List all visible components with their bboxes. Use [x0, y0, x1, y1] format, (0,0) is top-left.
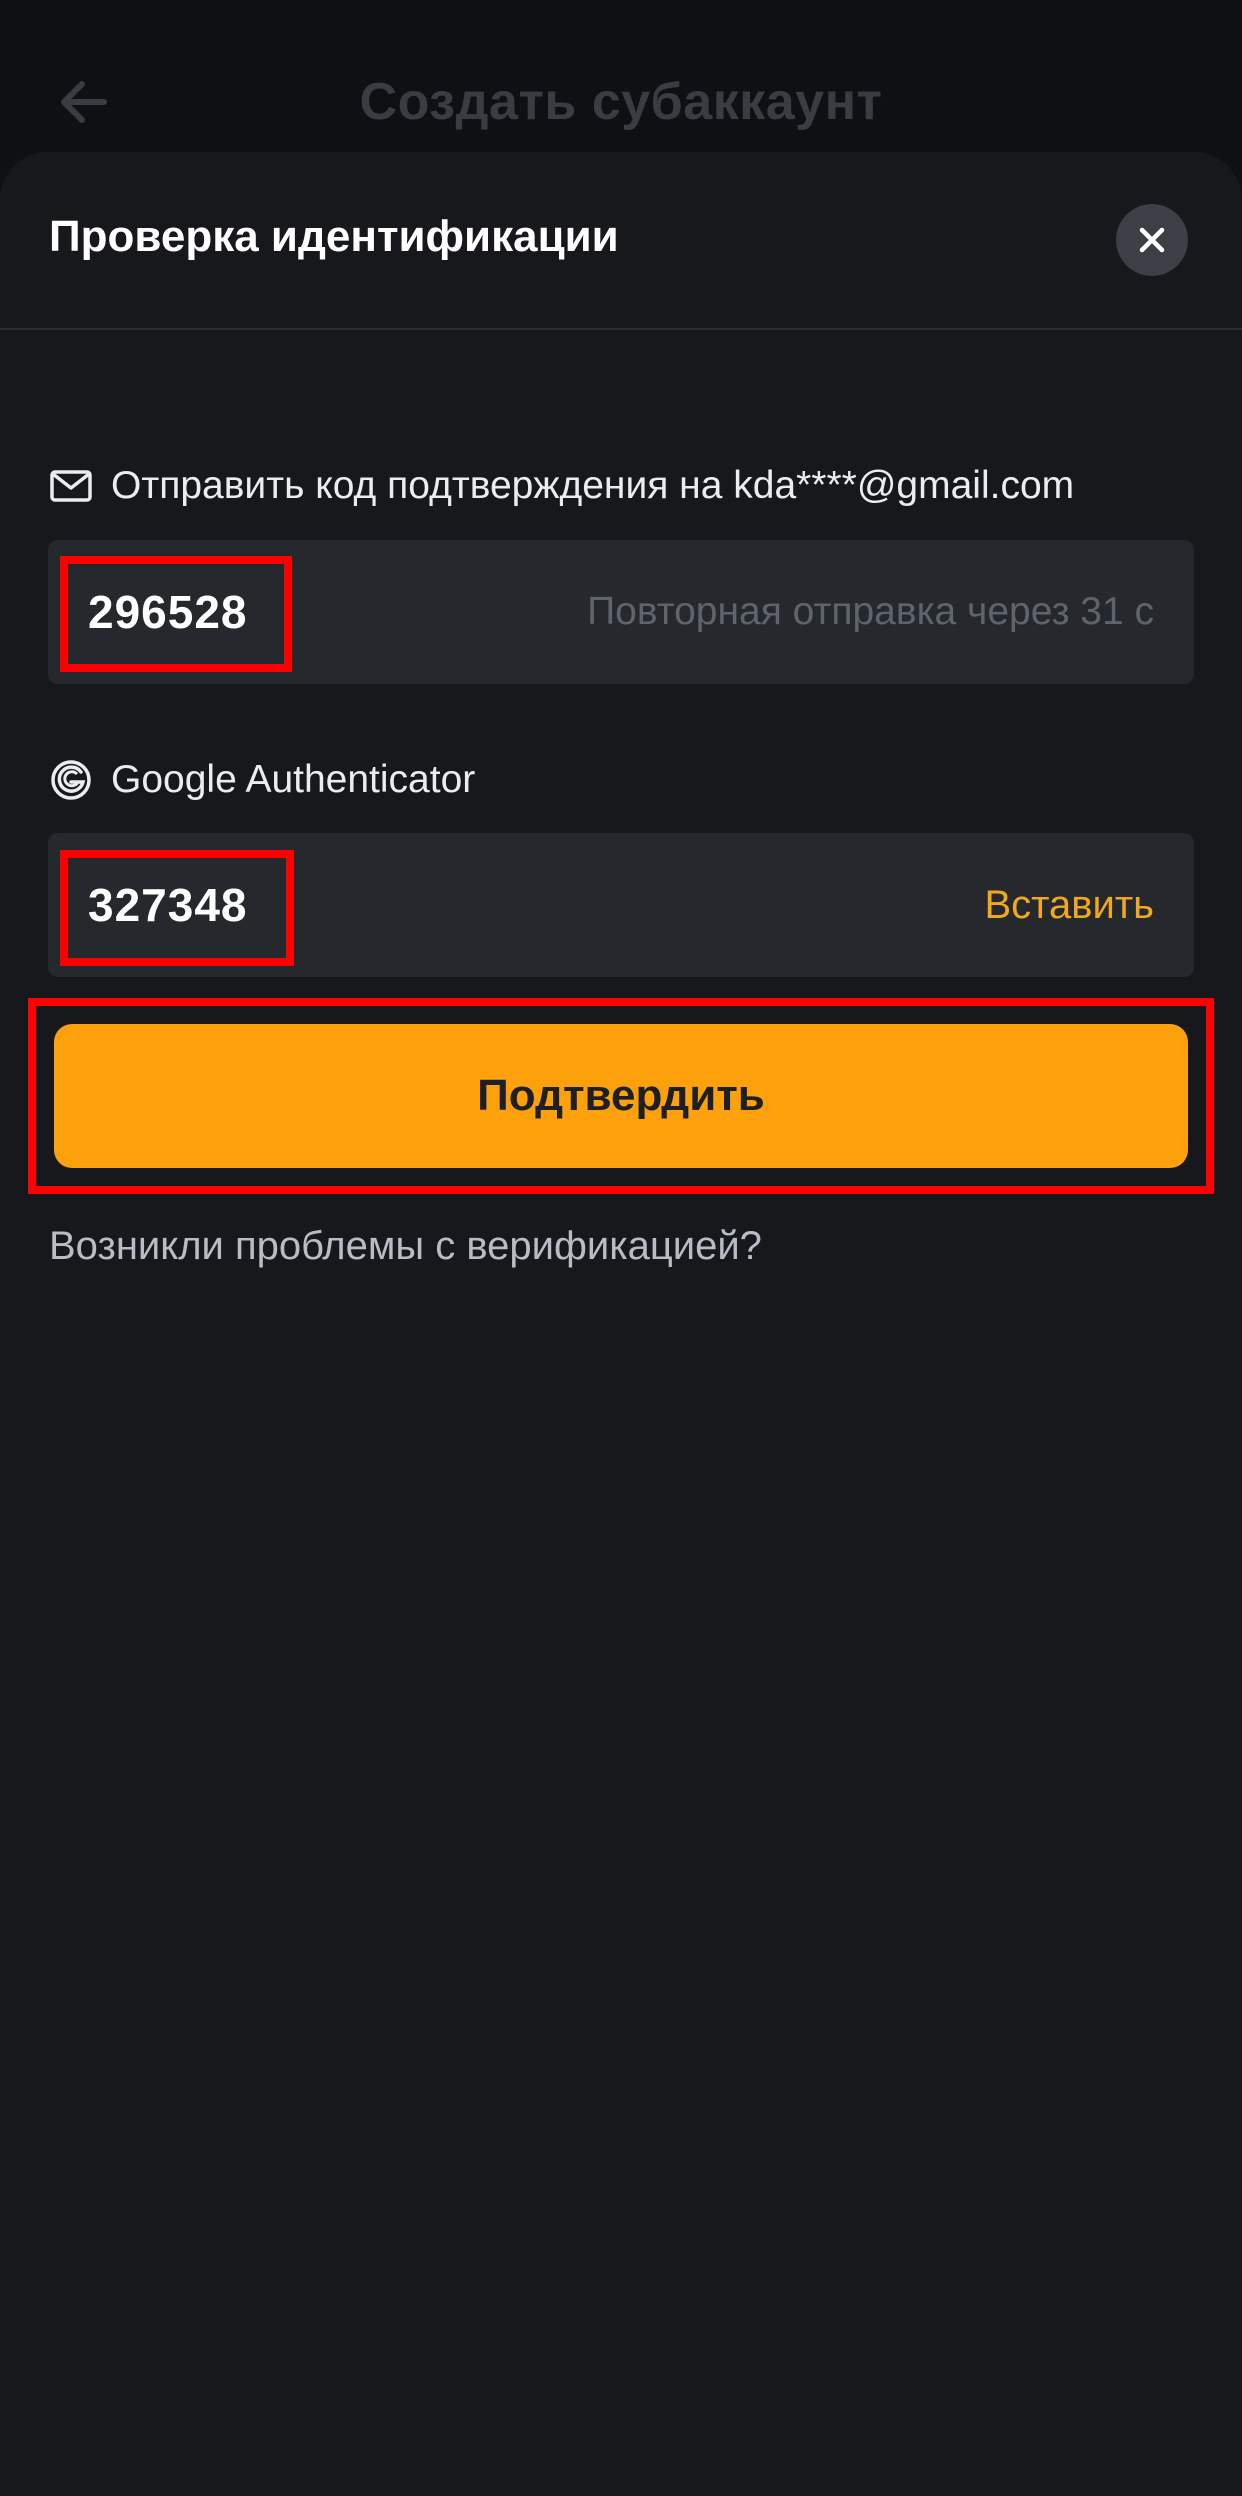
paste-button[interactable]: Вставить: [984, 833, 1154, 977]
email-code-label-text: Отправить код подтверждения на kda****@g…: [111, 464, 1075, 507]
verification-sheet: Проверка идентификации Отправить код под…: [0, 152, 1242, 2496]
resend-countdown: Повторная отправка через 31 с: [587, 590, 1154, 633]
close-icon: [1139, 227, 1165, 253]
verification-help-link[interactable]: Возникли проблемы с верификацией?: [49, 1224, 762, 1269]
mail-icon: [49, 464, 93, 508]
google-auth-code-highlight: [60, 850, 294, 966]
google-auth-label-text: Google Authenticator: [111, 758, 476, 801]
google-auth-label: Google Authenticator: [49, 758, 475, 802]
email-code-highlight: [60, 556, 292, 672]
sheet-title: Проверка идентификации: [49, 212, 619, 261]
email-code-label: Отправить код подтверждения на kda****@g…: [49, 464, 1074, 508]
close-button[interactable]: [1116, 204, 1188, 276]
background-page-title: Создать субаккаунт: [359, 73, 883, 131]
google-authenticator-icon: [49, 758, 93, 802]
sheet-header: Проверка идентификации: [0, 152, 1242, 330]
confirm-button-highlight: [28, 998, 1214, 1194]
page: Создать субаккаунт Проверка идентификаци…: [0, 0, 1242, 2496]
